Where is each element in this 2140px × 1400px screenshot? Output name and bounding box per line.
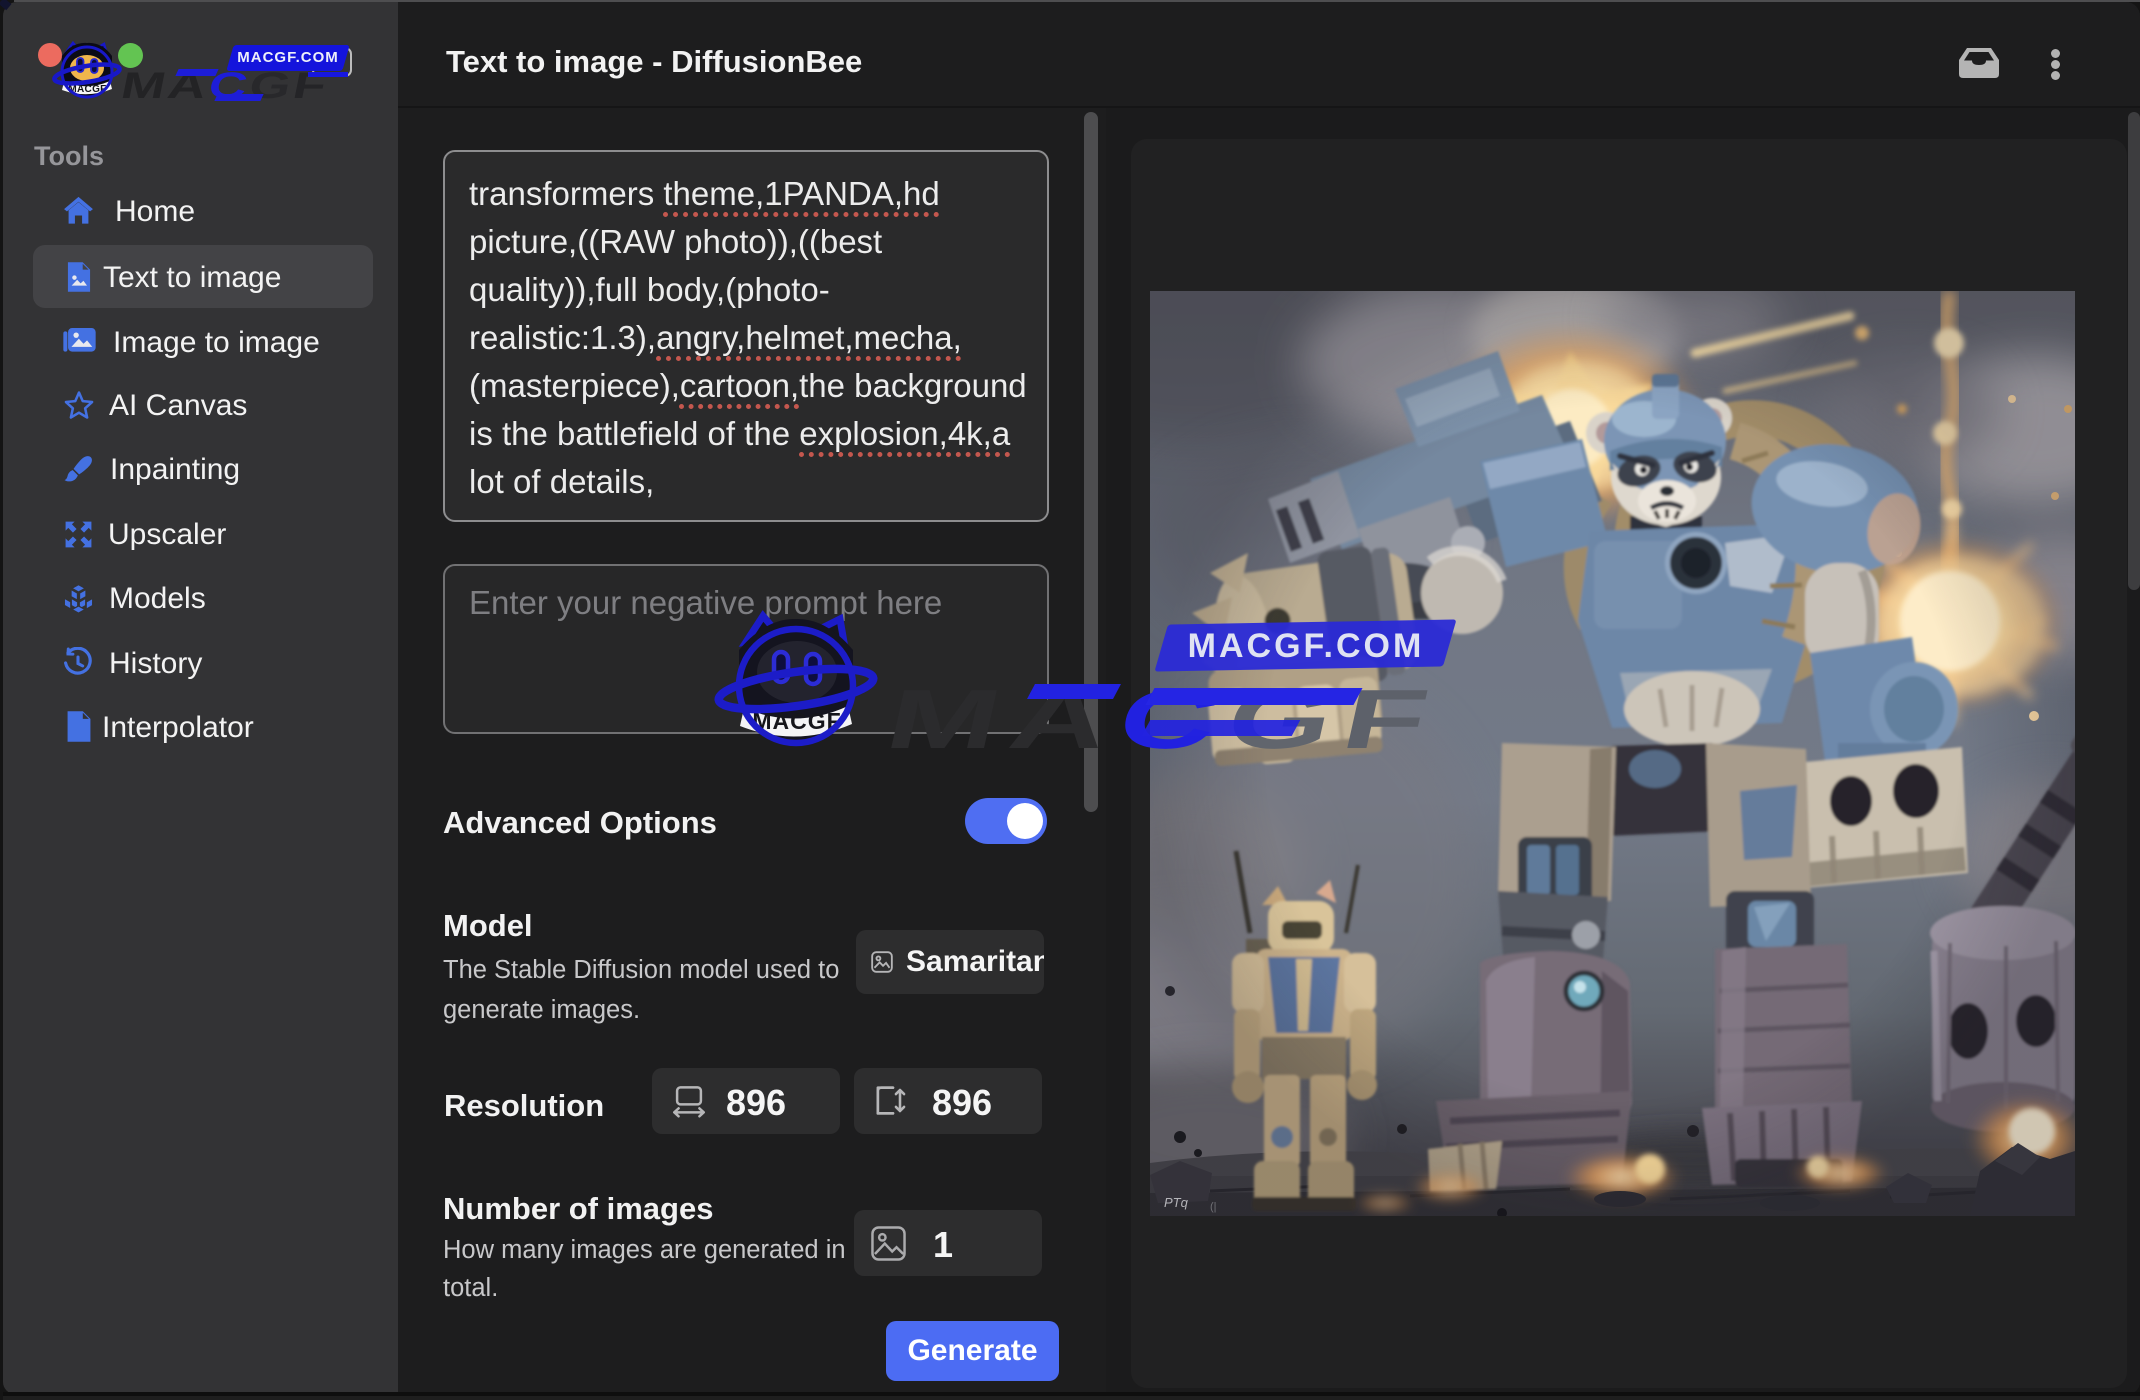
svg-text:(|: (|: [1210, 1201, 1217, 1213]
svg-text:PTq: PTq: [1164, 1195, 1189, 1210]
